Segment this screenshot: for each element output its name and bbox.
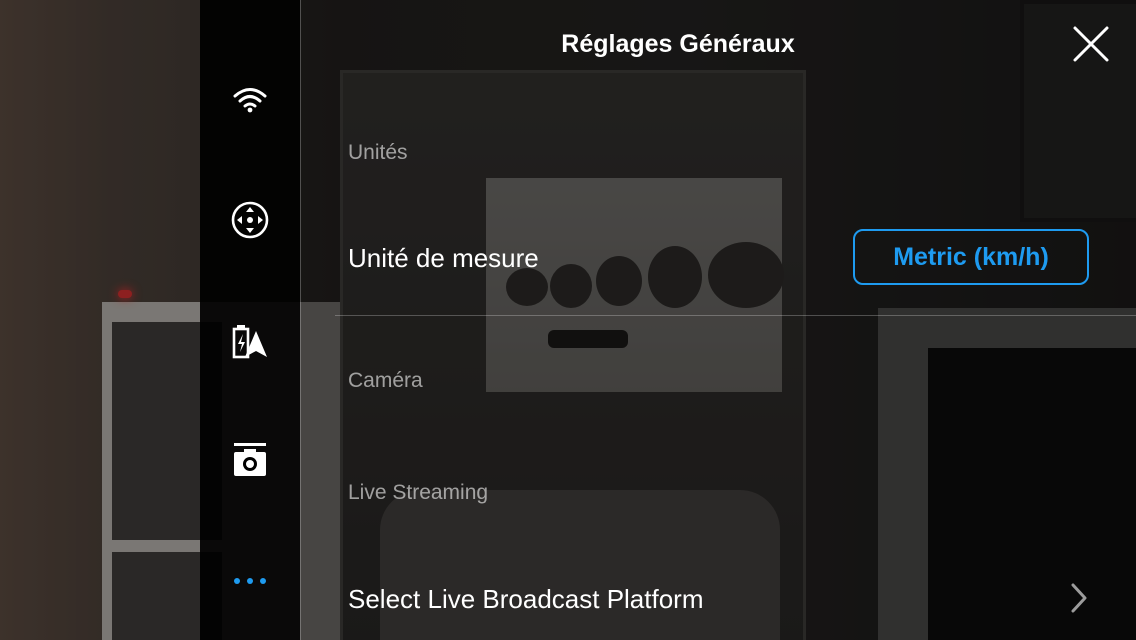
divider <box>335 315 1136 316</box>
wifi-icon[interactable] <box>200 70 300 130</box>
control-icon[interactable] <box>200 190 300 250</box>
section-units-title: Unités <box>348 141 408 164</box>
section-camera-title: Caméra <box>348 369 423 392</box>
camera-icon[interactable] <box>200 430 300 490</box>
battery-aircraft-icon[interactable] <box>200 312 300 372</box>
unit-measure-button[interactable]: Metric (km/h) <box>853 229 1089 285</box>
section-live-streaming-title: Live Streaming <box>348 481 489 504</box>
close-button[interactable] <box>1071 24 1111 64</box>
live-platform-row[interactable]: Select Live Broadcast Platform <box>348 584 704 615</box>
page-title: Réglages Généraux <box>561 30 795 58</box>
more-icon[interactable] <box>200 551 300 611</box>
chevron-right-icon[interactable] <box>1069 582 1089 614</box>
general-settings-panel: Réglages Généraux Unités Unité de mesure… <box>300 0 1136 640</box>
unit-measure-label: Unité de mesure <box>348 243 539 273</box>
close-icon <box>1073 26 1109 62</box>
settings-sidebar <box>200 0 300 640</box>
